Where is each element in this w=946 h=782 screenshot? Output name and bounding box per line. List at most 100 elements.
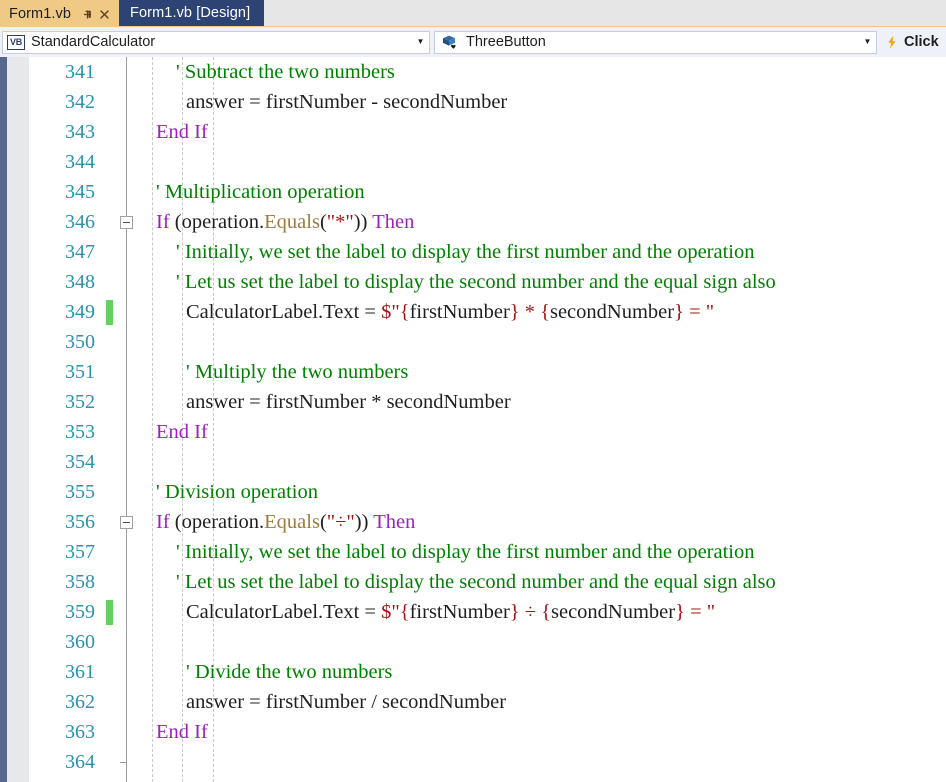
code-line[interactable]: 356 If (operation.Equals("÷")) Then	[0, 507, 946, 537]
line-number: 343	[65, 121, 95, 143]
code-token-str: ÷	[519, 601, 542, 623]
code-line-text: ' Subtract the two numbers	[176, 57, 395, 87]
code-token-str: {	[540, 301, 550, 323]
code-line[interactable]: 349 CalculatorLabel.Text = $"{firstNumber…	[0, 297, 946, 327]
collapse-region-toggle[interactable]	[120, 516, 133, 529]
line-number: 344	[65, 151, 95, 173]
chevron-down-icon[interactable]: ▼	[859, 38, 876, 46]
line-number: 353	[65, 421, 95, 443]
code-line-text: ' Division operation	[156, 477, 318, 507]
tab-form1-vb[interactable]: Form1.vb	[0, 0, 120, 26]
type-dropdown-value: StandardCalculator	[31, 34, 156, 50]
tab-form1-vb-design-label: Form1.vb [Design]	[130, 5, 251, 21]
code-token-plain: (	[319, 211, 327, 233]
code-token-str: = "	[684, 601, 716, 623]
event-dropdown[interactable]: Click	[879, 31, 946, 54]
code-token-str: $"	[381, 601, 400, 623]
code-token-str: {	[541, 601, 551, 623]
code-line[interactable]: 350	[0, 327, 946, 357]
code-token-plain: CalculatorLabel.Text =	[186, 301, 382, 323]
code-line[interactable]: 357 ' Initially, we set the label to disp…	[0, 537, 946, 567]
code-token-kw: Then	[368, 511, 416, 533]
code-line[interactable]: 358 ' Let us set the label to display the…	[0, 567, 946, 597]
code-token-cmt: ' Initially, we set the label to display…	[176, 241, 755, 263]
tab-form1-vb-design[interactable]: Form1.vb [Design]	[119, 0, 265, 26]
code-token-str: }	[509, 301, 520, 323]
code-navigation-bar: VB StandardCalculator ▼ ThreeButton ▼ Cl…	[0, 26, 946, 57]
code-line[interactable]: 360	[0, 627, 946, 657]
code-line-text: End If	[156, 717, 208, 747]
code-line-text: ' Initially, we set the label to display…	[176, 237, 754, 267]
code-line-text: answer = firstNumber - secondNumber	[186, 87, 507, 117]
code-line-text: ' Let us set the label to display the se…	[176, 567, 776, 597]
code-line-text: ' Multiply the two numbers	[186, 357, 408, 387]
line-number: 363	[65, 721, 95, 743]
code-line[interactable]: 353 End If	[0, 417, 946, 447]
line-number: 350	[65, 331, 95, 353]
line-number: 346	[65, 211, 95, 233]
code-line[interactable]: 342 answer = firstNumber - secondNumber	[0, 87, 946, 117]
code-token-plain: (	[319, 511, 327, 533]
code-token-cmt: ' Subtract the two numbers	[176, 61, 395, 83]
code-line[interactable]: 361 ' Divide the two numbers	[0, 657, 946, 687]
chevron-down-icon[interactable]: ▼	[412, 38, 429, 46]
code-line-text: ' Initially, we set the label to display…	[176, 537, 754, 567]
code-token-plain: secondNumber	[549, 301, 675, 323]
line-number: 347	[65, 241, 95, 263]
code-line-text: End If	[156, 417, 208, 447]
code-line[interactable]: 364	[0, 747, 946, 777]
line-number: 342	[65, 91, 95, 113]
code-token-str: }	[674, 301, 684, 323]
code-token-kw: If	[156, 211, 175, 233]
code-token-mth: Equals	[264, 511, 320, 533]
line-number: 359	[65, 601, 95, 623]
code-token-kw: Then	[367, 211, 415, 233]
line-number: 351	[65, 361, 95, 383]
line-number: 352	[65, 391, 95, 413]
code-line[interactable]: 343 End If	[0, 117, 946, 147]
code-line[interactable]: 348 ' Let us set the label to display the…	[0, 267, 946, 297]
code-token-plain: CalculatorLabel.Text =	[186, 601, 382, 623]
code-line-text: If (operation.Equals("÷")) Then	[156, 507, 415, 537]
code-line[interactable]: 354	[0, 447, 946, 477]
collapse-region-toggle[interactable]	[120, 216, 133, 229]
code-line[interactable]: 341 ' Subtract the two numbers	[0, 57, 946, 87]
code-token-str: }	[675, 601, 685, 623]
line-number: 355	[65, 481, 95, 503]
line-number: 348	[65, 271, 95, 293]
object-dropdown[interactable]: ThreeButton ▼	[434, 30, 877, 54]
code-line[interactable]: 344	[0, 147, 946, 177]
code-line[interactable]: 362 answer = firstNumber / secondNumber	[0, 687, 946, 717]
code-line-text: CalculatorLabel.Text = $"{firstNumber} *…	[186, 297, 714, 327]
line-number: 361	[65, 661, 95, 683]
code-line[interactable]: 355 ' Division operation	[0, 477, 946, 507]
code-token-cmt: ' Let us set the label to display the se…	[176, 271, 776, 293]
line-number: 341	[65, 61, 95, 83]
line-number: 362	[65, 691, 95, 713]
code-line[interactable]: 359 CalculatorLabel.Text = $"{firstNumber…	[0, 597, 946, 627]
code-line-text: ' Multiplication operation	[156, 177, 365, 207]
line-number: 357	[65, 541, 95, 563]
code-line[interactable]: 351 ' Multiply the two numbers	[0, 357, 946, 387]
code-token-str: {	[399, 301, 410, 323]
code-lines[interactable]: 341 ' Subtract the two numbers 342 answer =…	[0, 57, 946, 777]
pin-icon[interactable]	[79, 5, 96, 23]
line-number: 345	[65, 181, 95, 203]
code-line[interactable]: 347 ' Initially, we set the label to disp…	[0, 237, 946, 267]
outlining-end-stub	[120, 762, 126, 763]
code-token-str: "*"	[326, 211, 354, 233]
code-line[interactable]: 346 If (operation.Equals("*")) Then	[0, 207, 946, 237]
close-icon[interactable]	[96, 5, 113, 23]
code-editor-surface[interactable]: 341 ' Subtract the two numbers 342 answer =…	[0, 57, 946, 782]
code-token-kw: End If	[156, 421, 208, 443]
code-line-text: CalculatorLabel.Text = $"{firstNumber} ÷…	[186, 597, 715, 627]
code-line[interactable]: 345 ' Multiplication operation	[0, 177, 946, 207]
code-token-plain: answer = firstNumber * secondNumber	[186, 391, 511, 413]
code-token-plain: (operation.	[174, 211, 265, 233]
line-number: 360	[65, 631, 95, 653]
code-line[interactable]: 352 answer = firstNumber * secondNumber	[0, 387, 946, 417]
type-dropdown[interactable]: VB StandardCalculator ▼	[2, 30, 430, 54]
code-line-text: answer = firstNumber * secondNumber	[186, 387, 511, 417]
code-line[interactable]: 363 End If	[0, 717, 946, 747]
code-token-plain: ))	[353, 211, 368, 233]
